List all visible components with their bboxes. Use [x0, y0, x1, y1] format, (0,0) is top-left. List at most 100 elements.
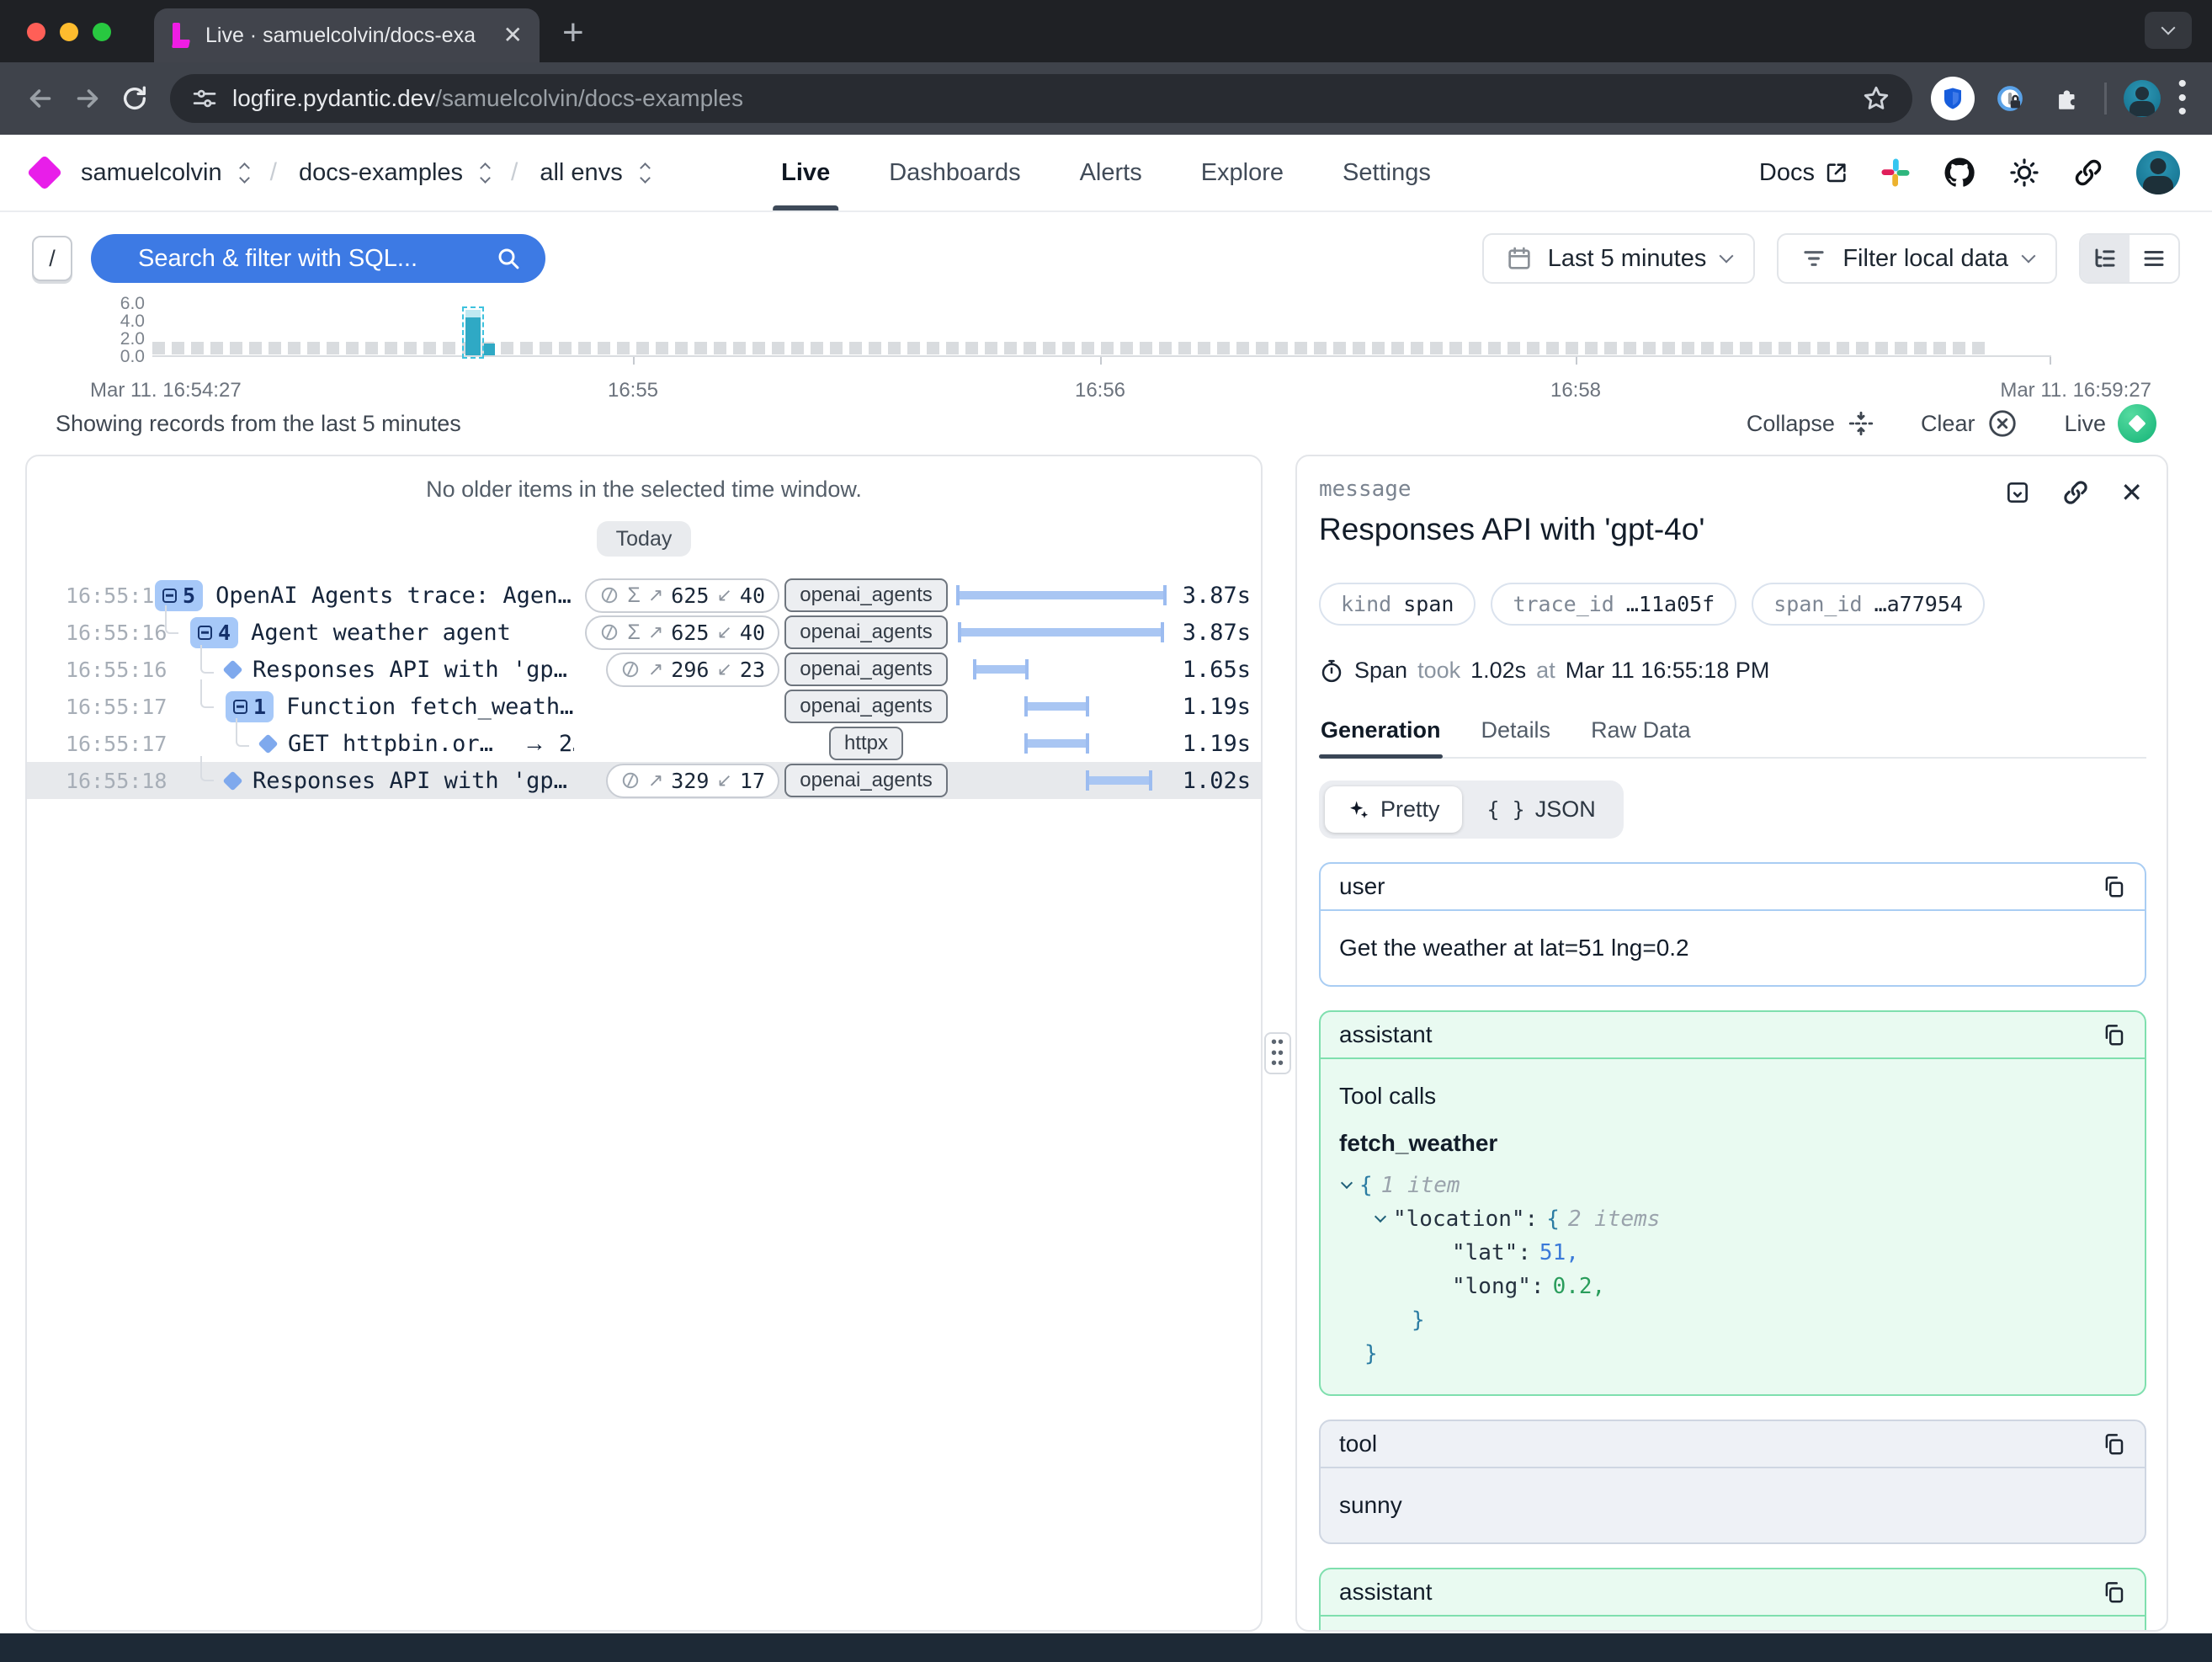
span-label[interactable]: OpenAI Agents trace: Agent workflow: [215, 583, 574, 609]
collapse-caret-icon[interactable]: [1341, 1176, 1353, 1188]
token-usage-pill[interactable]: Σ ↗625 ↙40: [585, 578, 779, 613]
breadcrumb-env[interactable]: all envs: [540, 159, 622, 187]
tab-dashboards[interactable]: Dashboards: [885, 135, 1024, 210]
scope-tag[interactable]: openai_agents: [784, 764, 947, 797]
theme-toggle-sun-icon[interactable]: [2008, 157, 2040, 189]
role-label: assistant: [1339, 1579, 1433, 1606]
token-usage-pill[interactable]: ↗329 ↙17: [606, 764, 779, 798]
logfire-logo[interactable]: [27, 155, 62, 190]
blocker-extension-icon[interactable]: [1988, 77, 2032, 120]
x-tick-mark: [1576, 357, 1577, 365]
github-icon[interactable]: [1943, 156, 1976, 189]
token-usage-pill[interactable]: ↗296 ↙23: [606, 653, 779, 687]
scope-tag[interactable]: openai_agents: [784, 615, 947, 649]
site-settings-icon[interactable]: [192, 86, 217, 111]
collapse-button[interactable]: Collapse: [1747, 409, 1875, 438]
arrow-up-right-icon: ↗: [648, 621, 663, 643]
extensions-puzzle-icon[interactable]: [2045, 77, 2089, 120]
table-row-selected[interactable]: 16:55:18 Responses API with 'gpt-4o' ↗32…: [27, 762, 1261, 799]
breadcrumb-project[interactable]: docs-examples: [299, 159, 463, 187]
span-label[interactable]: Responses API with 'gpt-4o': [253, 768, 574, 794]
chart-bar[interactable]: [484, 344, 495, 355]
close-panel-icon[interactable]: ✕: [2120, 479, 2143, 506]
http-status-code: 200: [559, 731, 574, 757]
time-range-dropdown[interactable]: Last 5 minutes: [1482, 233, 1756, 284]
token-usage-pill[interactable]: Σ ↗625 ↙40: [585, 615, 779, 650]
span-label[interactable]: Responses API with 'gpt-4o': [253, 657, 574, 683]
search-input[interactable]: Search & filter with SQL...: [91, 234, 545, 283]
bookmark-star-icon[interactable]: [1862, 84, 1890, 113]
browser-toolbar: logfire.pydantic.dev/samuelcolvin/docs-e…: [0, 62, 2212, 135]
copy-icon[interactable]: [2101, 874, 2126, 899]
scope-tag[interactable]: openai_agents: [784, 578, 947, 612]
docs-link[interactable]: Docs: [1759, 159, 1848, 187]
tab-alerts[interactable]: Alerts: [1077, 135, 1146, 210]
copy-icon[interactable]: [2101, 1579, 2126, 1605]
panel-resize-handle[interactable]: ••••••: [1264, 1032, 1291, 1074]
duration-label: 1.19s: [1167, 694, 1251, 720]
span-label[interactable]: Function fetch_weather: [286, 694, 574, 720]
copy-icon[interactable]: [2101, 1431, 2126, 1457]
message-card-assistant-final: assistant The weather at latitude 51 and…: [1319, 1568, 2146, 1632]
maximize-window-button[interactable]: [93, 23, 111, 41]
scope-tag[interactable]: openai_agents: [784, 690, 947, 723]
tab-explore[interactable]: Explore: [1198, 135, 1287, 210]
header-actions: Docs: [1759, 151, 2180, 194]
window-controls[interactable]: [27, 23, 111, 41]
role-label: user: [1339, 873, 1385, 900]
slack-icon[interactable]: [1880, 157, 1911, 188]
tab-live[interactable]: Live: [778, 135, 833, 210]
activity-chart[interactable]: 6.0 4.0 2.0 0.0 Mar 11. 16:54:27 16:55 1…: [0, 298, 2212, 401]
span-id-pill[interactable]: span_id…a77954: [1752, 583, 1985, 626]
kind-pill[interactable]: kindspan: [1319, 583, 1476, 626]
collapse-badge[interactable]: 4: [190, 617, 238, 648]
table-row[interactable]: 16:55:17 1 Function fetch_weather openai…: [27, 688, 1261, 725]
address-bar[interactable]: logfire.pydantic.dev/samuelcolvin/docs-e…: [170, 74, 1912, 123]
breadcrumb-org[interactable]: samuelcolvin: [81, 159, 222, 187]
main-nav: Live Dashboards Alerts Explore Settings: [778, 135, 1434, 210]
env-switcher-icon[interactable]: [641, 164, 649, 182]
collapse-badge[interactable]: 1: [226, 691, 274, 722]
collapse-badge[interactable]: 5: [155, 580, 203, 611]
copy-link-icon[interactable]: [2061, 478, 2090, 507]
chart-plot-area[interactable]: [152, 298, 2051, 357]
span-label[interactable]: GET httpbin.org/get ? lat='51.0' & long=…: [288, 731, 502, 757]
tab-search-button[interactable]: [2145, 12, 2192, 49]
org-switcher-icon[interactable]: [241, 164, 248, 182]
share-link-icon[interactable]: [2072, 157, 2104, 189]
dock-panel-icon[interactable]: [2004, 479, 2031, 506]
bitwarden-extension-icon[interactable]: [1931, 77, 1975, 120]
tab-settings[interactable]: Settings: [1339, 135, 1434, 210]
scope-tag[interactable]: openai_agents: [784, 653, 947, 686]
browser-menu-icon[interactable]: •••: [2177, 77, 2187, 120]
tab-close-icon[interactable]: ✕: [503, 24, 523, 47]
user-avatar[interactable]: [2136, 151, 2180, 194]
live-toggle-button[interactable]: Live: [2064, 404, 2156, 443]
tab-raw-data[interactable]: Raw Data: [1589, 711, 1693, 757]
pretty-view-button[interactable]: Pretty: [1325, 786, 1462, 833]
browser-profile-avatar[interactable]: [2124, 80, 2161, 117]
scope-tag[interactable]: httpx: [829, 727, 903, 760]
forward-button[interactable]: [64, 75, 111, 122]
chart-bar-selected[interactable]: [465, 310, 481, 355]
minimize-window-button[interactable]: [60, 23, 78, 41]
back-button[interactable]: [17, 75, 64, 122]
span-label[interactable]: Agent weather agent: [251, 620, 511, 646]
clear-button[interactable]: Clear: [1921, 408, 2019, 439]
trace-id-pill[interactable]: trace_id…11a05f: [1491, 583, 1736, 626]
list-view-button[interactable]: [2130, 235, 2178, 282]
reload-button[interactable]: [111, 75, 158, 122]
json-view-button[interactable]: { } JSON: [1465, 786, 1618, 833]
copy-icon[interactable]: [2101, 1022, 2126, 1047]
project-switcher-icon[interactable]: [481, 164, 489, 182]
browser-tab[interactable]: Live · samuelcolvin/docs-exa ✕: [154, 8, 540, 62]
tab-generation[interactable]: Generation: [1319, 711, 1443, 757]
table-row[interactable]: 16:55:16 5 OpenAI Agents trace: Agent wo…: [27, 577, 1261, 614]
local-filter-dropdown[interactable]: Filter local data: [1777, 233, 2057, 284]
day-badge[interactable]: Today: [597, 521, 691, 557]
new-tab-button[interactable]: +: [562, 12, 584, 54]
tab-details[interactable]: Details: [1480, 711, 1553, 757]
close-window-button[interactable]: [27, 23, 45, 41]
tree-view-button[interactable]: [2081, 235, 2130, 282]
collapse-caret-icon[interactable]: [1375, 1210, 1386, 1222]
